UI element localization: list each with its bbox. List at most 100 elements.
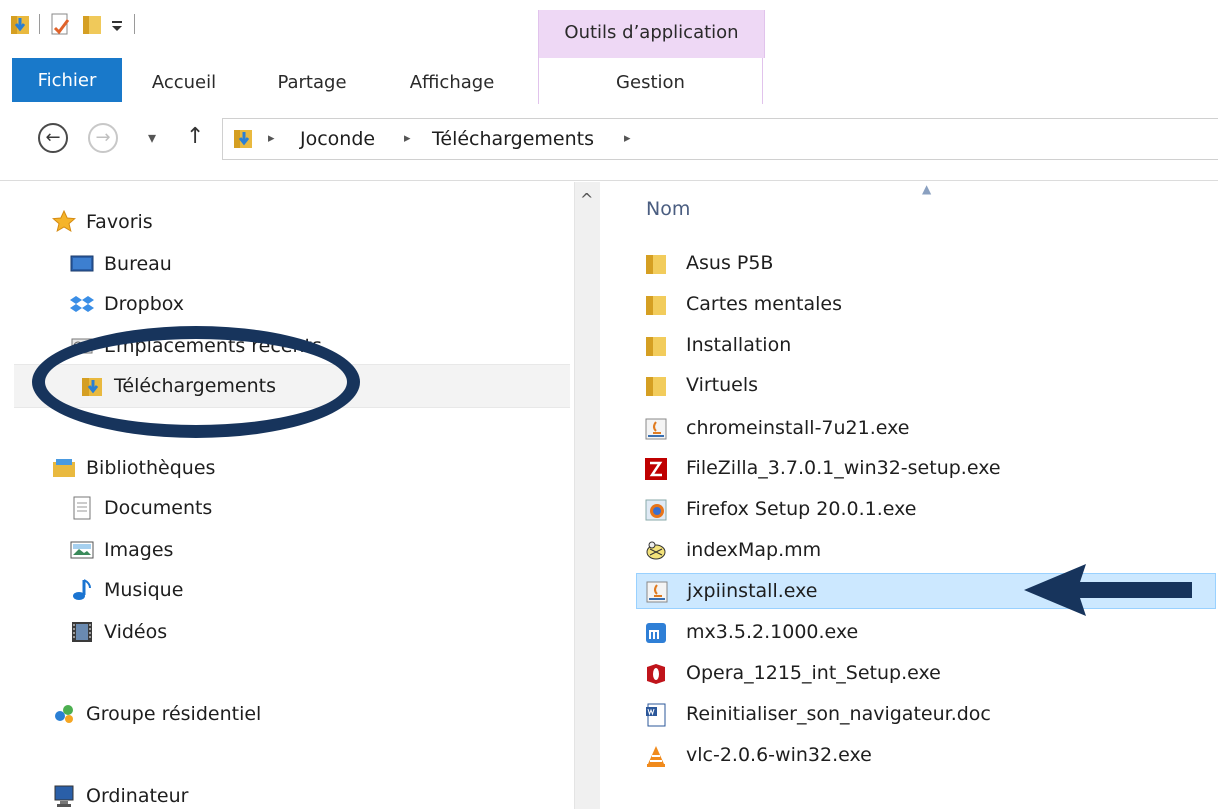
file-row[interactable]: Installation <box>636 328 1216 364</box>
tab-manage-label: Gestion <box>616 72 685 93</box>
navigation-scrollbar[interactable] <box>574 182 600 809</box>
file-name: Firefox Setup 20.0.1.exe <box>686 498 917 520</box>
java-installer-icon <box>645 418 667 440</box>
file-name: FileZilla_3.7.0.1_win32-setup.exe <box>686 457 1001 479</box>
nav-item-label: Groupe résidentiel <box>86 703 262 725</box>
recent-locations-dropdown-icon[interactable]: ▾ <box>148 128 156 147</box>
file-row[interactable]: Cartes mentales <box>636 287 1216 323</box>
file-row[interactable]: Firefox Setup 20.0.1.exe <box>636 492 1216 528</box>
tab-view[interactable]: Affichage <box>396 58 508 104</box>
breadcrumb-separator-icon[interactable]: ▸ <box>268 131 275 146</box>
tab-file-label: Fichier <box>37 70 97 91</box>
computer-icon <box>54 785 74 807</box>
forward-arrow-icon: → <box>95 127 111 148</box>
file-row[interactable]: Virtuels <box>636 368 1216 404</box>
nav-item-music[interactable]: Musique <box>70 576 310 606</box>
highlight-oval-annotation <box>32 326 360 438</box>
file-name: mx3.5.2.1000.exe <box>686 621 859 643</box>
up-arrow-icon[interactable]: ↑ <box>186 124 204 149</box>
breadcrumb-joconde[interactable]: Joconde <box>300 128 375 150</box>
file-name: jxpiinstall.exe <box>687 580 818 602</box>
breadcrumb-separator-icon[interactable]: ▸ <box>624 131 631 146</box>
sort-ascending-icon: ▲ <box>922 182 932 196</box>
opera-icon <box>647 664 665 684</box>
documents-icon <box>73 496 91 520</box>
java-installer-icon <box>646 581 668 603</box>
nav-item-label: Bibliothèques <box>86 457 216 479</box>
tab-view-label: Affichage <box>409 72 495 93</box>
context-tab-label: Outils d’application <box>564 22 739 43</box>
nav-item-label: Ordinateur <box>86 785 189 807</box>
folder-icon <box>646 337 666 356</box>
tab-file[interactable]: Fichier <box>12 58 122 102</box>
tab-manage[interactable]: Gestion <box>538 58 763 104</box>
word-doc-icon <box>646 703 666 727</box>
star-icon <box>52 210 76 233</box>
file-row[interactable]: Reinitialiser_son_navigateur.doc <box>636 697 1216 733</box>
column-header-name[interactable]: Nom <box>646 198 690 220</box>
music-icon <box>73 579 91 600</box>
nav-item-documents[interactable]: Documents <box>70 494 310 524</box>
desktop-icon <box>70 255 94 272</box>
tab-share[interactable]: Partage <box>262 58 362 104</box>
file-name: Reinitialiser_son_navigateur.doc <box>686 703 991 725</box>
freemind-icon <box>646 541 666 560</box>
properties-icon[interactable] <box>50 12 70 36</box>
nav-item-videos[interactable]: Vidéos <box>70 618 310 648</box>
nav-item-label: Favoris <box>86 211 153 233</box>
folder-icon <box>646 377 666 396</box>
pointer-arrow-annotation <box>1024 564 1192 616</box>
file-name: Opera_1215_int_Setup.exe <box>686 662 941 684</box>
forward-button[interactable]: → <box>88 123 118 153</box>
new-folder-icon[interactable] <box>82 12 102 36</box>
nav-item-computer[interactable]: Ordinateur <box>52 782 292 812</box>
file-name: indexMap.mm <box>686 539 822 561</box>
breadcrumb-downloads[interactable]: Téléchargements <box>432 128 594 150</box>
back-arrow-icon: ← <box>45 127 61 148</box>
folder-icon <box>646 255 666 274</box>
nav-item-libraries[interactable]: Bibliothèques <box>52 454 292 484</box>
videos-icon <box>72 622 92 642</box>
context-tab-application-tools: Outils d’application <box>538 10 765 58</box>
nav-item-dropbox[interactable]: Dropbox <box>70 290 270 320</box>
nav-item-homegroup[interactable]: Groupe résidentiel <box>52 700 352 730</box>
nav-item-label: Vidéos <box>104 621 168 643</box>
vlc-icon <box>647 746 665 767</box>
breadcrumb-separator-icon[interactable]: ▸ <box>404 131 411 146</box>
file-row[interactable]: mx3.5.2.1000.exe <box>636 615 1216 651</box>
firefox-setup-icon <box>645 499 667 521</box>
file-row[interactable]: FileZilla_3.7.0.1_win32-setup.exe <box>636 451 1216 487</box>
nav-item-desktop[interactable]: Bureau <box>70 250 270 280</box>
tab-home[interactable]: Accueil <box>134 58 234 104</box>
file-row[interactable]: vlc-2.0.6-win32.exe <box>636 738 1216 774</box>
dropbox-icon <box>70 296 94 312</box>
nav-item-favorites[interactable]: Favoris <box>52 208 252 238</box>
tab-share-label: Partage <box>277 72 347 93</box>
maxthon-icon <box>646 623 666 643</box>
homegroup-icon <box>55 705 73 723</box>
file-row[interactable]: Asus P5B <box>636 246 1216 282</box>
images-icon <box>70 541 94 559</box>
quick-access-separator <box>39 14 40 34</box>
scroll-up-icon[interactable]: ^ <box>580 190 593 209</box>
back-button[interactable]: ← <box>38 123 68 153</box>
file-row[interactable]: chromeinstall-7u21.exe <box>636 411 1216 447</box>
file-name: Virtuels <box>686 374 759 396</box>
nav-item-label: Documents <box>104 497 213 519</box>
nav-item-label: Images <box>104 539 174 561</box>
file-name: chromeinstall-7u21.exe <box>686 417 910 439</box>
quick-access-separator <box>134 14 135 34</box>
nav-item-label: Bureau <box>104 253 172 275</box>
filezilla-icon <box>645 458 667 480</box>
file-name: Cartes mentales <box>686 293 842 315</box>
nav-item-images[interactable]: Images <box>70 536 310 566</box>
customize-quick-access-icon[interactable] <box>110 12 124 36</box>
downloads-location-icon <box>234 130 252 148</box>
folder-icon <box>646 296 666 315</box>
tab-home-label: Accueil <box>151 72 217 93</box>
folder-properties-icon[interactable] <box>10 12 30 36</box>
file-row[interactable]: Opera_1215_int_Setup.exe <box>636 656 1216 692</box>
libraries-icon <box>53 459 75 477</box>
nav-item-label: Musique <box>104 579 184 601</box>
file-name: Asus P5B <box>686 252 774 274</box>
